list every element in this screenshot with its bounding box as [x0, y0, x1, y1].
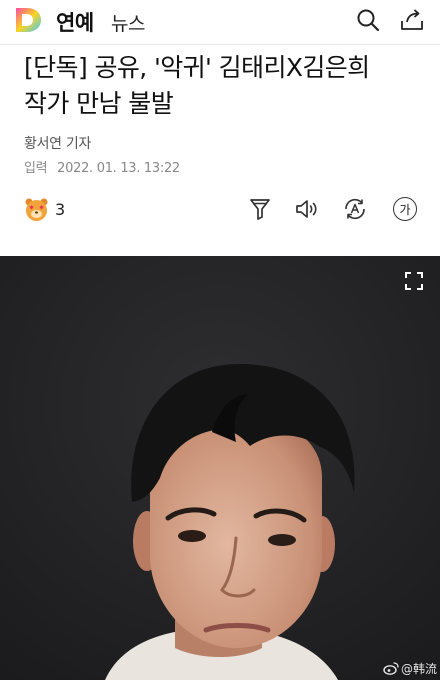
reaction-button[interactable]: 3 [24, 196, 65, 222]
weibo-icon [383, 662, 399, 675]
header-divider [0, 44, 440, 45]
expand-icon [405, 272, 423, 290]
summary-button[interactable] [246, 195, 274, 223]
subsection-title[interactable]: 뉴스 [111, 9, 145, 36]
top-header: 연예 뉴스 [0, 0, 440, 42]
article-title-line2: 작가 만남 불발 [24, 89, 174, 118]
date-label: 입력 [24, 161, 48, 176]
share-button[interactable] [398, 6, 426, 34]
publish-info: 입력 2022. 01. 13. 13:22 [24, 157, 180, 176]
publish-date: 2022. 01. 13. 13:22 [57, 161, 180, 176]
search-button[interactable] [354, 6, 382, 34]
font-size-icon: 가 [393, 197, 417, 221]
translate-button[interactable] [341, 195, 369, 223]
text-to-speech-button[interactable] [294, 195, 322, 223]
daum-logo-icon[interactable] [13, 6, 43, 34]
portrait-image [0, 256, 440, 680]
font-size-button[interactable]: 가 [391, 195, 419, 223]
search-icon [357, 9, 380, 32]
article-photo[interactable] [0, 256, 440, 680]
author-byline[interactable]: 황서연 기자 [24, 133, 91, 153]
article-title-line1: [단독] 공유, '악귀' 김태리X김은희 [24, 53, 370, 82]
reaction-count: 3 [55, 199, 66, 219]
photo-watermark: @韩流 [383, 660, 437, 676]
reaction-face-icon [25, 198, 48, 221]
summary-filter-icon [250, 199, 270, 220]
expand-photo-button[interactable] [401, 268, 427, 294]
section-title[interactable]: 연예 [56, 7, 94, 37]
font-size-label: 가 [399, 202, 411, 217]
watermark-text: @韩流 [401, 661, 438, 676]
text-to-speech-icon [296, 200, 317, 218]
share-icon [401, 9, 423, 30]
translate-icon [345, 198, 365, 220]
article-title: [단독] 공유, '악귀' 김태리X김은희 작가 만남 불발 [24, 50, 424, 122]
